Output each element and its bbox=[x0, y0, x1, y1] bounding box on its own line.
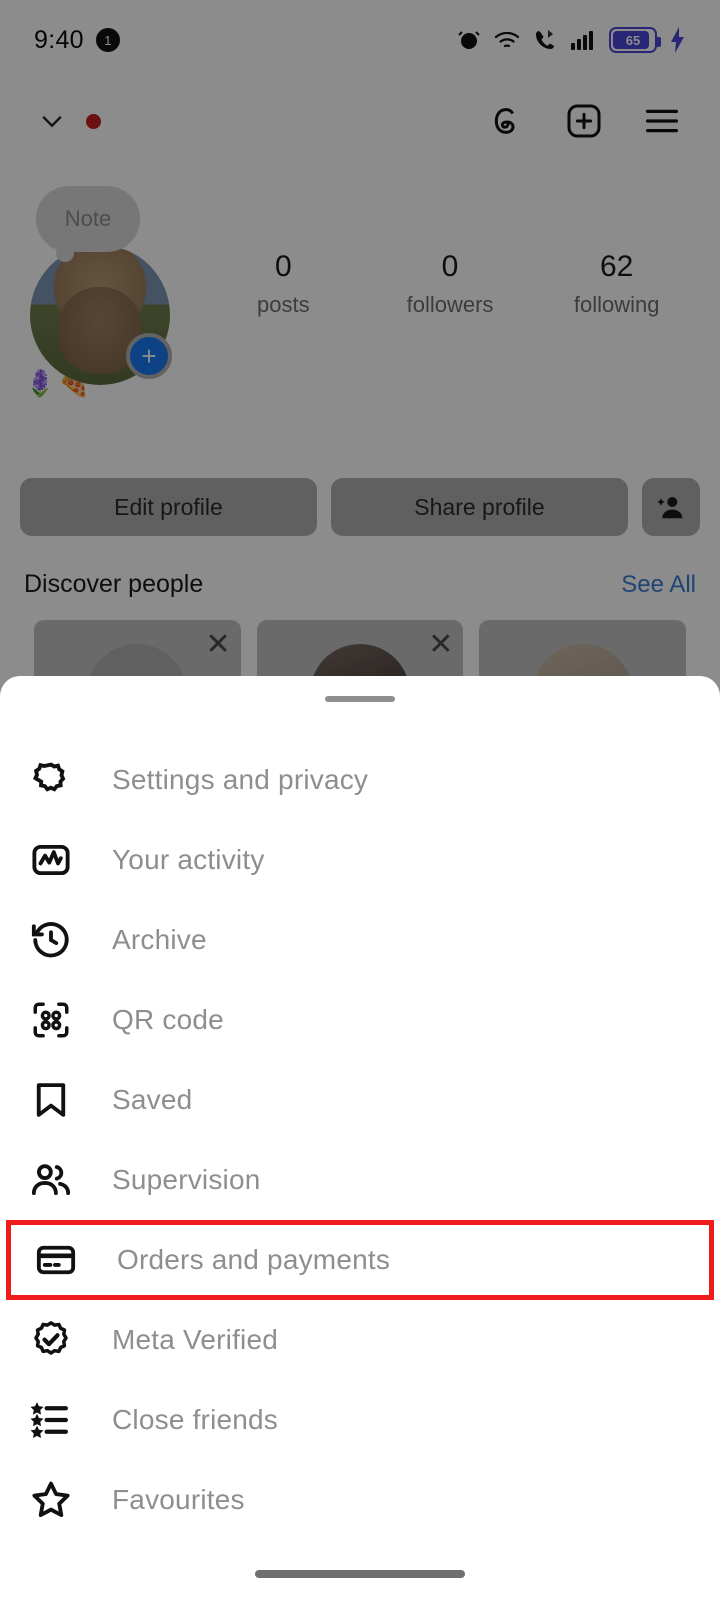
menu-item-favourites[interactable]: Favourites bbox=[0, 1460, 720, 1540]
menu-item-archive[interactable]: Archive bbox=[0, 900, 720, 980]
star-icon bbox=[28, 1477, 74, 1523]
options-bottom-sheet: Settings and privacy Your activity Archi… bbox=[0, 676, 720, 1600]
menu-item-label: Favourites bbox=[112, 1484, 245, 1515]
gear-icon bbox=[28, 757, 74, 803]
menu-item-your-activity[interactable]: Your activity bbox=[0, 820, 720, 900]
verified-badge-icon bbox=[28, 1317, 74, 1363]
drag-handle[interactable] bbox=[325, 696, 395, 702]
supervision-icon bbox=[28, 1157, 74, 1203]
menu-item-saved[interactable]: Saved bbox=[0, 1060, 720, 1140]
menu-item-label: Saved bbox=[112, 1084, 193, 1115]
credit-card-icon bbox=[33, 1237, 79, 1283]
menu-item-meta-verified[interactable]: Meta Verified bbox=[0, 1300, 720, 1380]
menu-list: Settings and privacy Your activity Archi… bbox=[0, 740, 720, 1540]
menu-item-settings-and-privacy[interactable]: Settings and privacy bbox=[0, 740, 720, 820]
menu-item-orders-and-payments[interactable]: Orders and payments bbox=[6, 1220, 714, 1300]
home-indicator[interactable] bbox=[255, 1570, 465, 1578]
menu-item-label: Meta Verified bbox=[112, 1324, 279, 1355]
star-list-icon bbox=[28, 1397, 74, 1443]
bookmark-icon bbox=[28, 1077, 74, 1123]
menu-item-label: Archive bbox=[112, 924, 207, 955]
menu-item-label: Close friends bbox=[112, 1404, 279, 1435]
archive-icon bbox=[28, 917, 74, 963]
menu-item-label: Orders and payments bbox=[117, 1244, 391, 1275]
menu-item-qr-code[interactable]: QR code bbox=[0, 980, 720, 1060]
menu-item-close-friends[interactable]: Close friends bbox=[0, 1380, 720, 1460]
menu-item-label: Your activity bbox=[112, 844, 265, 875]
menu-item-label: Settings and privacy bbox=[112, 764, 369, 795]
menu-item-supervision[interactable]: Supervision bbox=[0, 1140, 720, 1220]
menu-item-label: QR code bbox=[112, 1004, 224, 1035]
qr-code-icon bbox=[28, 997, 74, 1043]
menu-item-label: Supervision bbox=[112, 1164, 261, 1195]
activity-icon bbox=[28, 837, 74, 883]
